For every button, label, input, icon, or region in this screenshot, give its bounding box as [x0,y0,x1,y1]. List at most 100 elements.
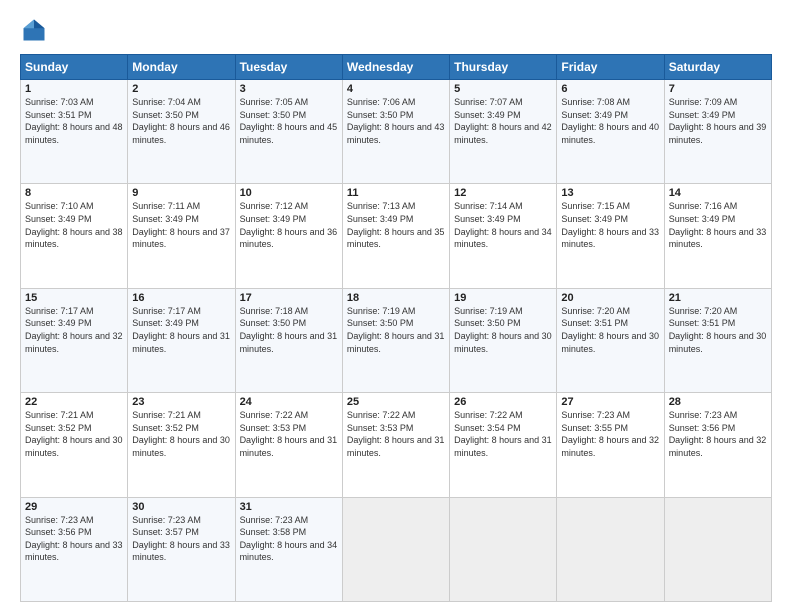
sunrise-text: Sunrise: 7:19 AM [454,306,523,316]
day-cell-3: 3Sunrise: 7:05 AMSunset: 3:50 PMDaylight… [235,80,342,184]
day-cell-27: 27Sunrise: 7:23 AMSunset: 3:55 PMDayligh… [557,393,664,497]
sunrise-text: Sunrise: 7:15 AM [561,201,630,211]
day-info: Sunrise: 7:20 AMSunset: 3:51 PMDaylight:… [561,305,659,355]
day-number: 4 [347,83,445,95]
daylight-text: Daylight: 8 hours and 39 minutes. [669,122,767,145]
daylight-text: Daylight: 8 hours and 43 minutes. [347,122,445,145]
day-number: 16 [132,292,230,304]
day-info: Sunrise: 7:15 AMSunset: 3:49 PMDaylight:… [561,200,659,250]
day-cell-11: 11Sunrise: 7:13 AMSunset: 3:49 PMDayligh… [342,184,449,288]
day-number: 8 [25,187,123,199]
sunrise-text: Sunrise: 7:20 AM [669,306,738,316]
daylight-text: Daylight: 8 hours and 33 minutes. [669,227,767,250]
day-cell-29: 29Sunrise: 7:23 AMSunset: 3:56 PMDayligh… [21,497,128,601]
logo-icon [20,16,48,44]
daylight-text: Daylight: 8 hours and 46 minutes. [132,122,230,145]
weekday-header-monday: Monday [128,55,235,80]
sunset-text: Sunset: 3:57 PM [132,527,199,537]
sunrise-text: Sunrise: 7:12 AM [240,201,309,211]
day-cell-18: 18Sunrise: 7:19 AMSunset: 3:50 PMDayligh… [342,288,449,392]
day-info: Sunrise: 7:07 AMSunset: 3:49 PMDaylight:… [454,96,552,146]
calendar-header: SundayMondayTuesdayWednesdayThursdayFrid… [21,55,772,80]
daylight-text: Daylight: 8 hours and 30 minutes. [561,331,659,354]
daylight-text: Daylight: 8 hours and 30 minutes. [132,435,230,458]
day-number: 19 [454,292,552,304]
sunset-text: Sunset: 3:50 PM [347,318,414,328]
sunset-text: Sunset: 3:51 PM [25,110,92,120]
weekday-header-row: SundayMondayTuesdayWednesdayThursdayFrid… [21,55,772,80]
weekday-header-thursday: Thursday [450,55,557,80]
day-number: 1 [25,83,123,95]
sunset-text: Sunset: 3:49 PM [25,214,92,224]
day-cell-30: 30 Sunrise: 7:23 AM Sunset: 3:57 PM Dayligh… [128,497,235,601]
day-number: 27 [561,396,659,408]
day-number: 28 [669,396,767,408]
day-info: Sunrise: 7:22 AMSunset: 3:53 PMDaylight:… [347,409,445,459]
sunrise-text: Sunrise: 7:04 AM [132,97,201,107]
daylight-text: Daylight: 8 hours and 37 minutes. [132,227,230,250]
day-cell-4: 4Sunrise: 7:06 AMSunset: 3:50 PMDaylight… [342,80,449,184]
daylight-text: Daylight: 8 hours and 30 minutes. [454,331,552,354]
day-cell-16: 16Sunrise: 7:17 AMSunset: 3:49 PMDayligh… [128,288,235,392]
day-info: Sunrise: 7:14 AMSunset: 3:49 PMDaylight:… [454,200,552,250]
day-number: 10 [240,187,338,199]
sunrise-text: Sunrise: 7:16 AM [669,201,738,211]
sunset-text: Sunset: 3:50 PM [132,110,199,120]
sunset-text: Sunset: 3:49 PM [669,110,736,120]
calendar-week-4: 22Sunrise: 7:21 AMSunset: 3:52 PMDayligh… [21,393,772,497]
daylight-text: Daylight: 8 hours and 30 minutes. [25,435,123,458]
weekday-header-saturday: Saturday [664,55,771,80]
day-number: 18 [347,292,445,304]
sunset-text: Sunset: 3:49 PM [561,214,628,224]
day-number: 26 [454,396,552,408]
day-info: Sunrise: 7:23 AM Sunset: 3:57 PM Daylight:… [132,514,230,564]
day-cell-10: 10Sunrise: 7:12 AMSunset: 3:49 PMDayligh… [235,184,342,288]
sunrise-text: Sunrise: 7:13 AM [347,201,416,211]
weekday-header-wednesday: Wednesday [342,55,449,80]
day-info: Sunrise: 7:13 AMSunset: 3:49 PMDaylight:… [347,200,445,250]
day-number: 25 [347,396,445,408]
day-number: 15 [25,292,123,304]
day-number: 5 [454,83,552,95]
daylight-text: Daylight: 8 hours and 34 minutes. [454,227,552,250]
empty-cell [450,497,557,601]
day-cell-21: 21Sunrise: 7:20 AMSunset: 3:51 PMDayligh… [664,288,771,392]
day-info: Sunrise: 7:16 AMSunset: 3:49 PMDaylight:… [669,200,767,250]
sunrise-text: Sunrise: 7:08 AM [561,97,630,107]
sunrise-text: Sunrise: 7:23 AM [132,515,201,525]
day-number: 6 [561,83,659,95]
sunset-text: Sunset: 3:50 PM [240,318,307,328]
day-cell-2: 2Sunrise: 7:04 AMSunset: 3:50 PMDaylight… [128,80,235,184]
weekday-header-friday: Friday [557,55,664,80]
sunrise-text: Sunrise: 7:22 AM [347,410,416,420]
weekday-header-sunday: Sunday [21,55,128,80]
daylight-text: Daylight: 8 hours and 45 minutes. [240,122,338,145]
sunrise-text: Sunrise: 7:23 AM [669,410,738,420]
sunset-text: Sunset: 3:51 PM [669,318,736,328]
page: SundayMondayTuesdayWednesdayThursdayFrid… [0,0,792,612]
sunrise-text: Sunrise: 7:07 AM [454,97,523,107]
sunrise-text: Sunrise: 7:17 AM [132,306,201,316]
weekday-header-tuesday: Tuesday [235,55,342,80]
day-info: Sunrise: 7:20 AMSunset: 3:51 PMDaylight:… [669,305,767,355]
day-cell-22: 22Sunrise: 7:21 AMSunset: 3:52 PMDayligh… [21,393,128,497]
daylight-text: Daylight: 8 hours and 32 minutes. [561,435,659,458]
daylight-text: Daylight: 8 hours and 33 minutes. [132,540,230,563]
sunset-text: Sunset: 3:50 PM [240,110,307,120]
day-info: Sunrise: 7:23 AMSunset: 3:58 PMDaylight:… [240,514,338,564]
day-number: 20 [561,292,659,304]
day-info: Sunrise: 7:12 AMSunset: 3:49 PMDaylight:… [240,200,338,250]
day-number: 30 [132,501,230,513]
sunset-text: Sunset: 3:50 PM [454,318,521,328]
daylight-text: Daylight: 8 hours and 36 minutes. [240,227,338,250]
day-info: Sunrise: 7:22 AMSunset: 3:53 PMDaylight:… [240,409,338,459]
sunset-text: Sunset: 3:49 PM [25,318,92,328]
day-cell-7: 7Sunrise: 7:09 AMSunset: 3:49 PMDaylight… [664,80,771,184]
sunrise-text: Sunrise: 7:23 AM [240,515,309,525]
sunrise-text: Sunrise: 7:03 AM [25,97,94,107]
day-cell-12: 12Sunrise: 7:14 AMSunset: 3:49 PMDayligh… [450,184,557,288]
day-info: Sunrise: 7:08 AMSunset: 3:49 PMDaylight:… [561,96,659,146]
day-number: 29 [25,501,123,513]
day-cell-31: 31Sunrise: 7:23 AMSunset: 3:58 PMDayligh… [235,497,342,601]
day-number: 7 [669,83,767,95]
